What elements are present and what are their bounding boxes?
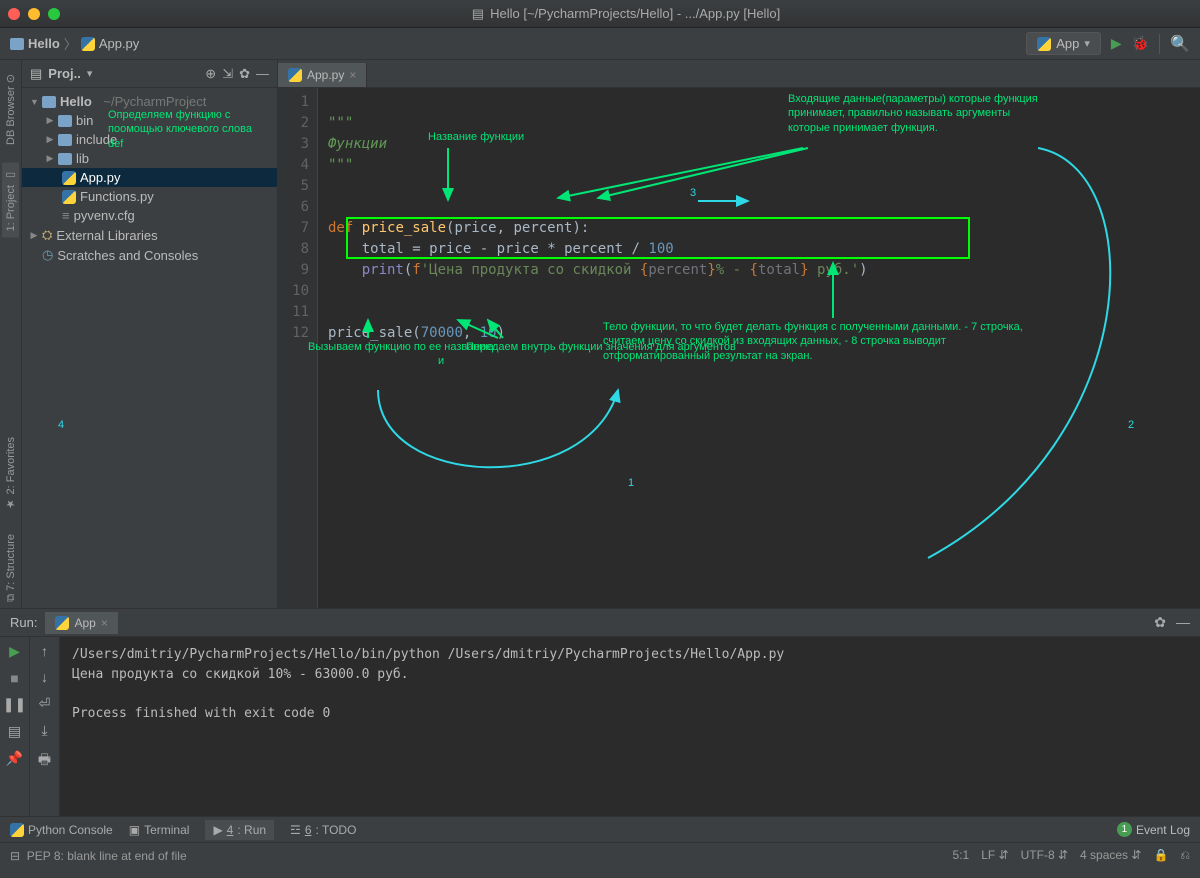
file-encoding[interactable]: UTF-8 ⇵ [1021,848,1068,863]
titlebar: ▤Hello [~/PycharmProjects/Hello] - .../A… [0,0,1200,28]
left-tool-strip: DB Browser ⊙ 1: Project ▭ ★ 2: Favorites… [0,60,22,608]
scroll-icon[interactable]: ⤓ [41,722,47,739]
run-tab-app[interactable]: App × [45,612,117,634]
collapse-all-icon[interactable]: ⇲ [222,66,233,82]
close-tab-icon[interactable]: × [349,68,356,82]
debug-button[interactable]: 🐞 [1132,35,1149,52]
hide-icon[interactable]: — [256,66,269,82]
search-icon[interactable]: 🔍 [1170,34,1190,54]
bottom-toolbar: Python Console ▣ Terminal ▶ 4: Run ☲ 6: … [0,816,1200,842]
editor: App.py × 123456789101112 """ Функции """… [278,60,1200,608]
wrap-icon[interactable]: ⏎ [39,695,51,712]
tree-external-libs[interactable]: ▶⛭External Libraries [22,225,277,245]
gear-icon[interactable]: ✿ [239,66,250,82]
pause-icon[interactable]: ❚❚ [3,696,26,713]
tree-scratches[interactable]: ◷Scratches and Consoles [22,245,277,265]
gear-icon[interactable]: ✿ [1154,614,1166,631]
tree-folder-lib[interactable]: ▶lib [22,149,277,168]
python-console-tab[interactable]: Python Console [10,823,113,837]
folder-icon [42,96,56,108]
python-file-icon [62,171,76,185]
status-bar: ⊟ PEP 8: blank line at end of file 5:1 L… [0,842,1200,868]
structure-tab[interactable]: ⧉ 7: Structure [3,528,19,608]
status-message: PEP 8: blank line at end of file [27,849,187,863]
layout-icon[interactable]: ▤ [8,723,21,740]
event-log[interactable]: 1 Event Log [1117,822,1190,837]
chevron-right-icon: 〉 [64,34,77,53]
sidebar-title: Proj.. [48,66,81,81]
chevron-down-icon: ▾ [1084,37,1090,50]
todo-tab[interactable]: ☲ 6: TODO [290,823,356,837]
line-separator[interactable]: LF ⇵ [981,848,1008,863]
close-window-button[interactable] [8,8,20,20]
hide-icon[interactable]: — [1176,614,1190,631]
indent-settings[interactable]: 4 spaces ⇵ [1080,848,1141,863]
tree-file-functions[interactable]: Functions.py [22,187,277,206]
lock-icon[interactable]: 🔒 [1153,848,1168,863]
tree-folder-include[interactable]: ▶include [22,130,277,149]
gutter: 123456789101112 [278,88,318,608]
project-sidebar: ▤ Proj.. ▾ ⊕ ⇲ ✿ — ▼ Hello ~/PycharmProj… [22,60,278,608]
separator [1159,34,1160,54]
run-tab[interactable]: ▶ 4: Run [205,820,274,840]
editor-tabs: App.py × [278,60,1200,88]
stop-button[interactable]: ■ [10,670,18,686]
window-title: ▤Hello [~/PycharmProjects/Hello] - .../A… [60,6,1192,22]
run-panel: Run: App × ✿ — ▶ ■ ❚❚ ▤ 📌 ↑ ↓ ⏎ ⤓ 🖶 /Use… [0,608,1200,816]
breadcrumb-project[interactable]: Hello [10,36,60,51]
minimize-window-button[interactable] [28,8,40,20]
rerun-button[interactable]: ▶ [9,643,20,660]
down-icon[interactable]: ↓ [41,669,48,685]
navigation-bar: Hello 〉 App.py App ▾ ▶ 🐞 🔍 [0,28,1200,60]
python-file-icon [62,190,76,204]
code-content[interactable]: """ Функции """ def price_sale(price, pe… [318,88,1200,608]
tree-file-app[interactable]: App.py [22,168,277,187]
breadcrumb-file[interactable]: App.py [81,36,139,51]
status-branch-icon[interactable]: ⎌ [1180,848,1190,863]
run-output[interactable]: /Users/dmitriy/PycharmProjects/Hello/bin… [60,637,1200,816]
folder-icon [10,38,24,50]
db-browser-tab[interactable]: DB Browser ⊙ [2,68,19,151]
run-label: Run: [10,615,37,630]
editor-tab-app[interactable]: App.py × [278,63,367,87]
status-icon: ⊟ [10,849,20,863]
run-button[interactable]: ▶ [1111,35,1122,52]
tree-file-pyvenv[interactable]: ≡pyvenv.cfg [22,206,277,225]
caret-position[interactable]: 5:1 [953,848,970,863]
up-icon[interactable]: ↑ [41,643,48,659]
code-editor[interactable]: 123456789101112 """ Функции """ def pric… [278,88,1200,608]
tree-root[interactable]: ▼ Hello ~/PycharmProject [22,92,277,111]
scroll-from-source-icon[interactable]: ⊕ [205,66,216,82]
tree-folder-bin[interactable]: ▶bin [22,111,277,130]
python-icon [55,616,69,630]
python-file-icon [288,68,302,82]
python-icon [1037,37,1051,51]
favorites-tab[interactable]: ★ 2: Favorites [2,431,19,517]
run-config-selector[interactable]: App ▾ [1026,32,1101,55]
terminal-tab[interactable]: ▣ Terminal [129,823,190,837]
close-tab-icon[interactable]: × [101,616,108,630]
python-file-icon [81,37,95,51]
print-icon[interactable]: 🖶 [38,749,51,773]
project-tool-tab[interactable]: 1: Project ▭ [2,163,19,238]
maximize-window-button[interactable] [48,8,60,20]
pin-icon[interactable]: 📌 [6,750,23,767]
